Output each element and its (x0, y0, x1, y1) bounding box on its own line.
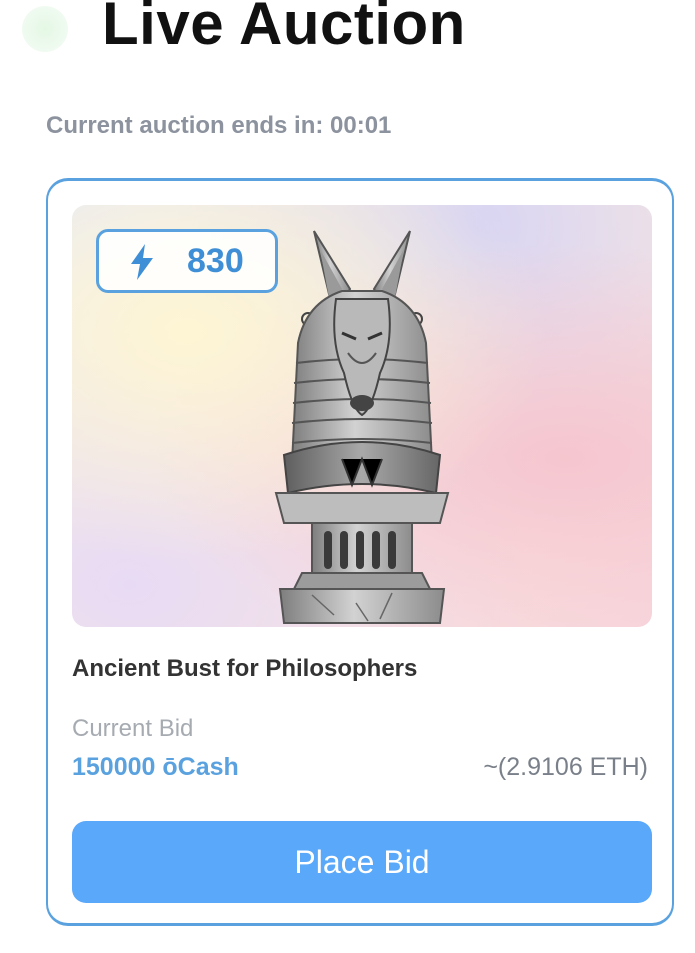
auction-card[interactable]: 830 Ancient Bust for Philosophers Curren… (46, 178, 674, 926)
bust-statue-image (274, 230, 450, 624)
item-media[interactable]: 830 (72, 205, 652, 627)
place-bid-button[interactable]: Place Bid (72, 821, 652, 903)
current-bid-amount: 150000 ōCash (72, 753, 239, 781)
live-dot-icon (22, 6, 68, 52)
auction-countdown: Current auction ends in: 00:01 (46, 112, 392, 139)
live-auction-page: Live Auction Current auction ends in: 00… (0, 0, 695, 953)
page-title: Live Auction (102, 0, 466, 57)
energy-value: 830 (187, 242, 244, 280)
current-bid-eth: ~(2.9106 ETH) (483, 753, 648, 781)
energy-badge: 830 (96, 229, 278, 293)
lightning-bolt-icon (131, 244, 153, 280)
item-title: Ancient Bust for Philosophers (72, 655, 418, 682)
current-bid-label: Current Bid (72, 715, 194, 742)
